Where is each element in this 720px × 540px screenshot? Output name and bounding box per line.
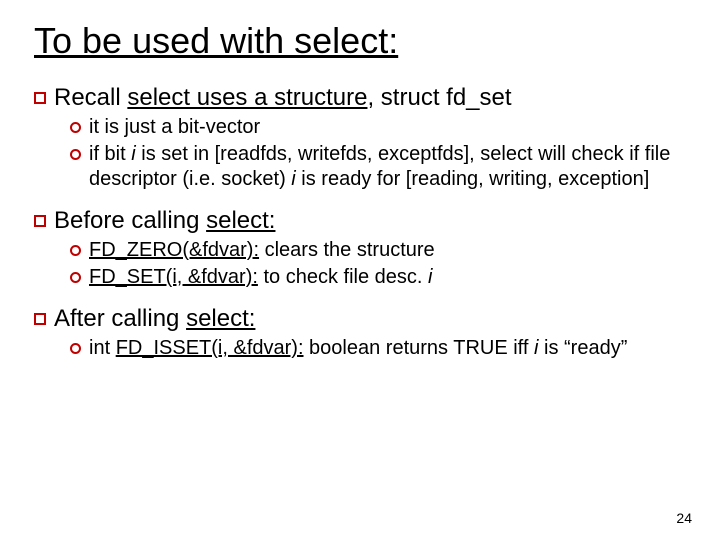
bullet-after-text: After calling select:	[54, 304, 686, 334]
subbullet-text: it is just a bit-vector	[89, 115, 686, 140]
subbullet-bit-i: if bit i is set in [readfds, writefds, e…	[70, 142, 686, 192]
code-underline: FD_ISSET(i, &fdvar):	[116, 337, 304, 359]
circle-bullet-icon	[70, 245, 81, 256]
subbullet-fdzero: FD_ZERO(&fdvar): clears the structure	[70, 238, 686, 263]
circle-bullet-icon	[70, 272, 81, 283]
slide: To be used with select: Recall select us…	[0, 0, 720, 540]
subbullet-text: int FD_ISSET(i, &fdvar): boolean returns…	[89, 336, 686, 361]
text: if bit	[89, 143, 131, 165]
page-number: 24	[676, 510, 692, 526]
bullet-recall-text: Recall select uses a structure, struct f…	[54, 83, 686, 113]
text: clears the structure	[259, 239, 435, 261]
subbullet-text: FD_SET(i, &fdvar): to check file desc. i	[89, 265, 686, 290]
circle-bullet-icon	[70, 122, 81, 133]
text: After calling	[54, 305, 186, 332]
subbullet-fdisset: int FD_ISSET(i, &fdvar): boolean returns…	[70, 336, 686, 361]
code-underline: FD_ZERO(&fdvar):	[89, 239, 259, 261]
text-underline: select:	[186, 305, 255, 332]
subbullet-text: if bit i is set in [readfds, writefds, e…	[89, 142, 686, 192]
text: Recall	[54, 84, 127, 111]
subbullet-bitvector: it is just a bit-vector	[70, 115, 686, 140]
code-underline: FD_SET(i, &fdvar):	[89, 266, 258, 288]
square-bullet-icon	[34, 92, 46, 104]
circle-bullet-icon	[70, 149, 81, 160]
text: Before calling	[54, 207, 206, 234]
subbullet-text: FD_ZERO(&fdvar): clears the structure	[89, 238, 686, 263]
text: boolean returns TRUE iff	[304, 337, 535, 359]
text-underline: select:	[206, 207, 275, 234]
text-underline: select uses a structure	[127, 84, 367, 111]
square-bullet-icon	[34, 313, 46, 325]
bullet-before-text: Before calling select:	[54, 206, 686, 236]
subbullet-fdset: FD_SET(i, &fdvar): to check file desc. i	[70, 265, 686, 290]
var-i: i	[428, 266, 432, 288]
circle-bullet-icon	[70, 343, 81, 354]
slide-title: To be used with select:	[34, 18, 686, 63]
bullet-after: After calling select:	[34, 304, 686, 334]
bullet-recall: Recall select uses a structure, struct f…	[34, 83, 686, 113]
square-bullet-icon	[34, 215, 46, 227]
bullet-before: Before calling select:	[34, 206, 686, 236]
text: int	[89, 337, 116, 359]
text: is “ready”	[538, 337, 627, 359]
text: is ready for [reading, writing, exceptio…	[296, 168, 650, 190]
text: , struct fd_set	[367, 84, 511, 111]
text: to check file desc.	[258, 266, 428, 288]
